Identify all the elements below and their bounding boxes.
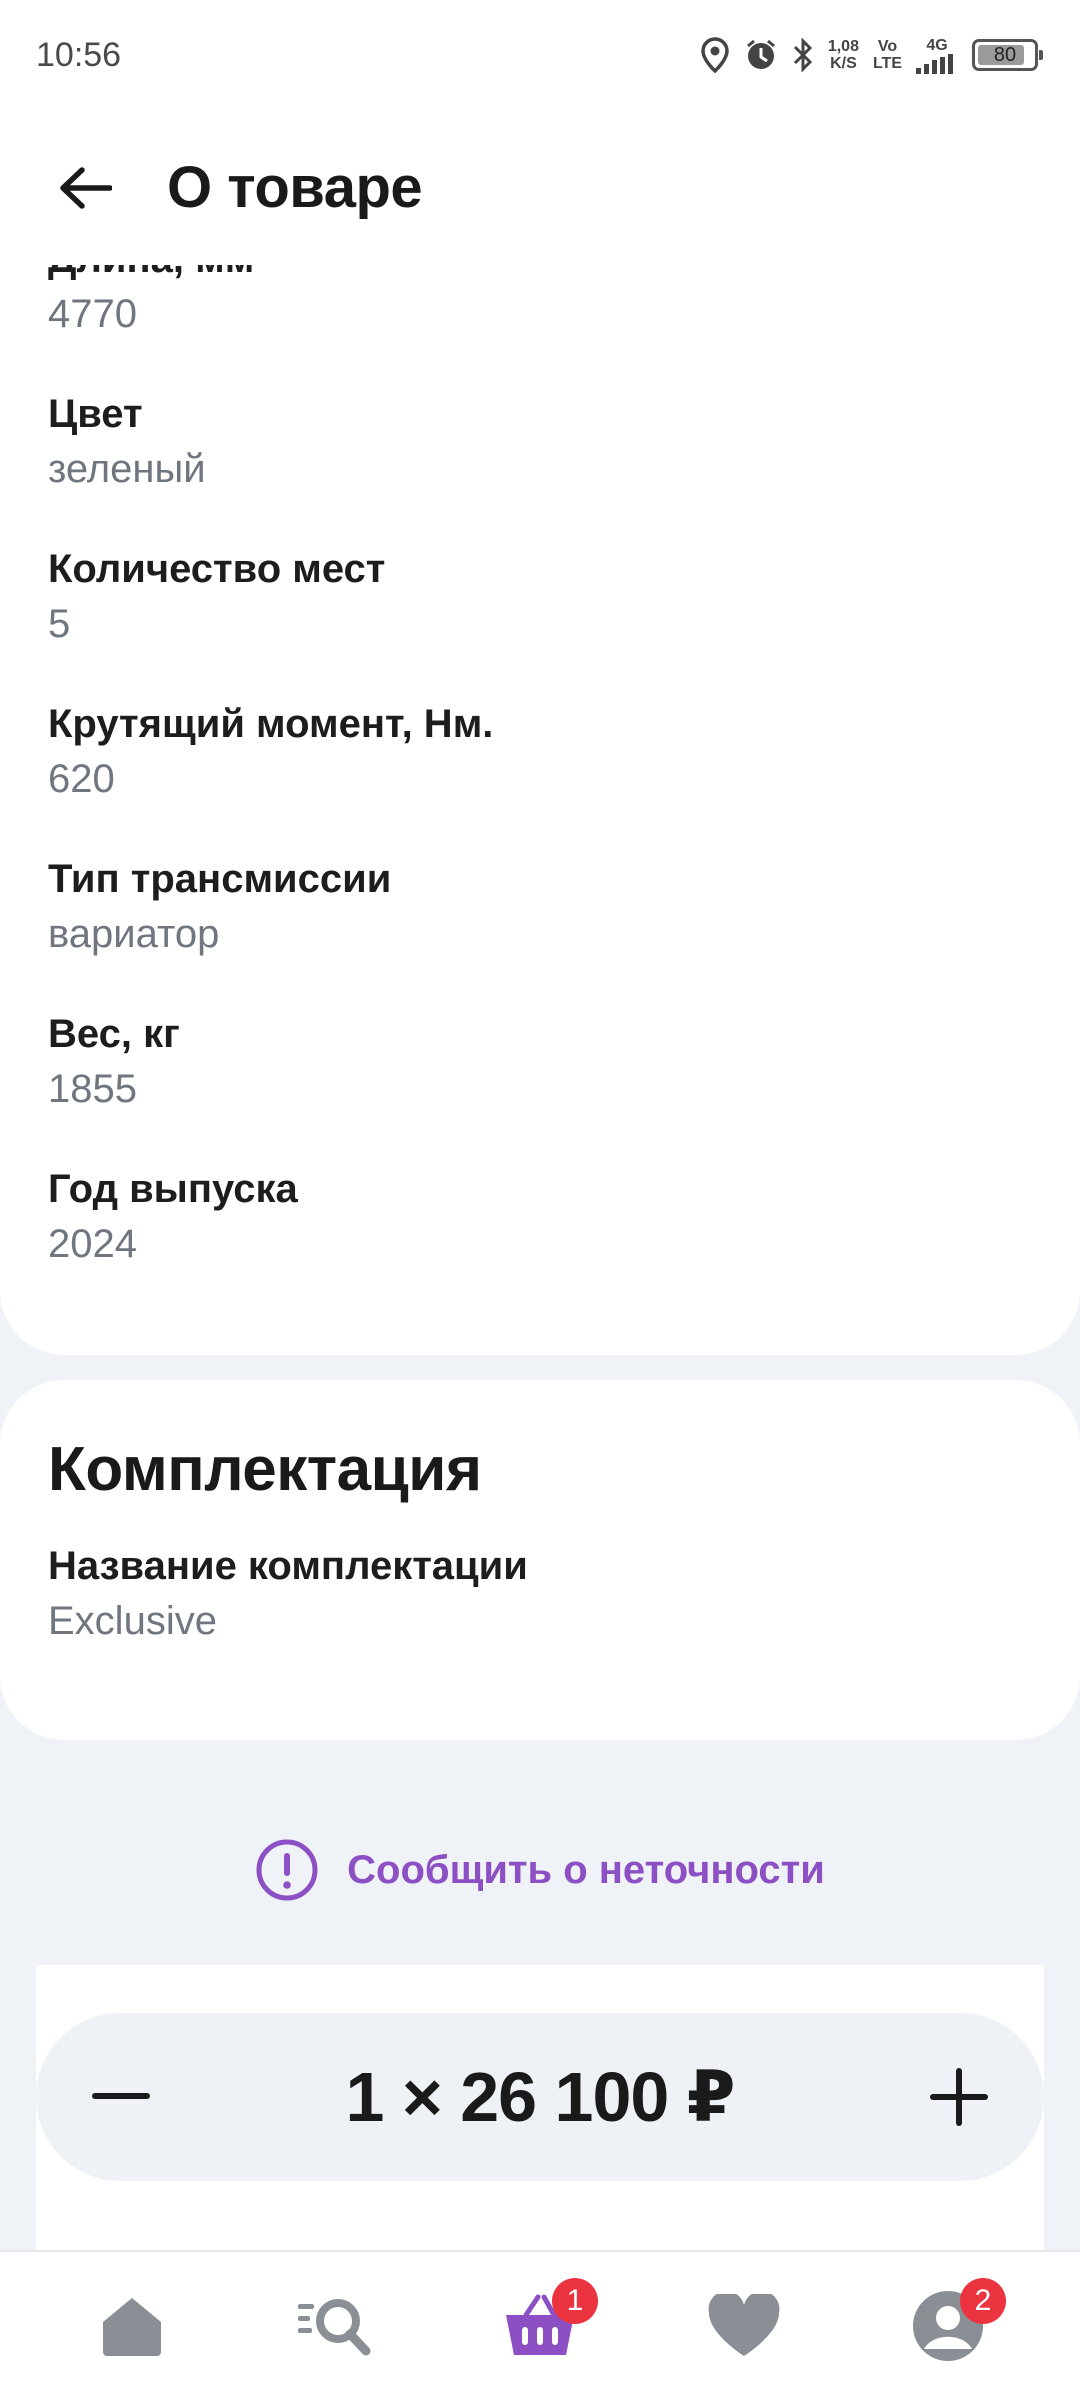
home-icon xyxy=(103,2298,161,2356)
volte-top: Vo xyxy=(877,38,898,55)
heart-icon xyxy=(708,2294,780,2356)
arrow-left-icon xyxy=(60,166,112,209)
spec-item: Крутящий момент, Нм. 620 xyxy=(48,690,1032,845)
quantity-price: 1 × 26 100 ₽ xyxy=(345,2058,736,2136)
spec-item: Вес, кг 1855 xyxy=(48,1000,1032,1155)
alarm-icon xyxy=(744,38,778,72)
profile-badge: 2 xyxy=(960,2278,1006,2324)
spec-label: Год выпуска xyxy=(48,1167,298,1211)
spec-label: Вес, кг xyxy=(48,1012,180,1056)
quantity-stepper: 1 × 26 100 ₽ xyxy=(36,2013,1044,2181)
bottom-navigation: 1 2 xyxy=(0,2250,1080,2400)
spec-value: 4770 xyxy=(48,292,137,336)
spec-label: Тип трансмиссии xyxy=(48,857,392,901)
bluetooth-icon xyxy=(792,38,814,72)
network-type: 4G xyxy=(926,36,948,54)
spec-value: зеленый xyxy=(48,447,206,491)
report-label: Сообщить о неточности xyxy=(347,1847,825,1892)
content-area[interactable]: Длина, мм 4770 Цвет зеленый Количество м… xyxy=(0,265,1080,2250)
nav-home[interactable] xyxy=(72,2266,192,2386)
battery-level: 80 xyxy=(993,43,1017,66)
spec-label: Длина, мм xyxy=(48,265,1032,285)
spec-item: Цвет зеленый xyxy=(48,380,1032,535)
purchase-block: 1 × 26 100 ₽ xyxy=(36,1965,1044,2250)
page-title: О товаре xyxy=(167,155,423,220)
status-bar: 10:56 1,08 K/S Vo LTE 4G 80 xyxy=(0,0,1080,110)
spec-value: вариатор xyxy=(48,912,220,956)
decrease-button[interactable] xyxy=(76,2052,166,2142)
plus-icon xyxy=(930,2068,988,2126)
specs-card: Длина, мм 4770 Цвет зеленый Количество м… xyxy=(0,265,1080,1355)
nav-catalog[interactable] xyxy=(276,2266,396,2386)
volte-indicator: Vo LTE xyxy=(873,38,902,72)
report-inaccuracy-link[interactable]: Сообщить о неточности xyxy=(0,1825,1080,1915)
spec-item: Год выпуска 2024 xyxy=(48,1155,1032,1310)
cart-badge: 1 xyxy=(552,2278,598,2324)
catalog-search-icon xyxy=(298,2299,371,2356)
network-speed: 1,08 K/S xyxy=(828,38,859,72)
volte-bottom: LTE xyxy=(872,55,902,72)
spec-label: Количество мест xyxy=(48,547,386,591)
app-header: О товаре xyxy=(0,110,1080,265)
spec-value: 620 xyxy=(48,757,115,801)
spec-value: 5 xyxy=(48,602,71,646)
equipment-value: Exclusive xyxy=(48,1599,217,1643)
signal-indicator: 4G xyxy=(916,37,958,74)
spec-value: 2024 xyxy=(48,1222,137,1266)
increase-button[interactable] xyxy=(914,2052,1004,2142)
nav-profile[interactable]: 2 xyxy=(888,2266,1008,2386)
equipment-card: Комплектация Название комплектации Exclu… xyxy=(0,1380,1080,1740)
spec-item: Количество мест 5 xyxy=(48,535,1032,690)
signal-icon xyxy=(916,53,953,74)
equipment-title: Комплектация xyxy=(48,1435,482,1504)
minus-icon xyxy=(92,2093,150,2099)
status-time: 10:56 xyxy=(36,35,122,74)
back-button[interactable] xyxy=(55,158,115,218)
status-icons: 1,08 K/S Vo LTE 4G 80 xyxy=(700,37,1043,74)
speed-unit: K/S xyxy=(830,55,857,72)
equipment-label: Название комплектации xyxy=(48,1544,528,1588)
exclamation-circle-icon xyxy=(256,1839,318,1901)
battery-icon: 80 xyxy=(972,39,1043,71)
spec-item: Длина, мм 4770 xyxy=(48,265,1032,380)
spec-label: Крутящий момент, Нм. xyxy=(48,702,494,746)
nav-cart[interactable]: 1 xyxy=(480,2266,600,2386)
nav-favorites[interactable] xyxy=(684,2266,804,2386)
spec-item: Тип трансмиссии вариатор xyxy=(48,845,1032,1000)
speed-value: 1,08 xyxy=(827,38,859,55)
location-icon xyxy=(700,37,730,73)
spec-label: Цвет xyxy=(48,392,143,436)
spec-value: 1855 xyxy=(48,1067,137,1111)
